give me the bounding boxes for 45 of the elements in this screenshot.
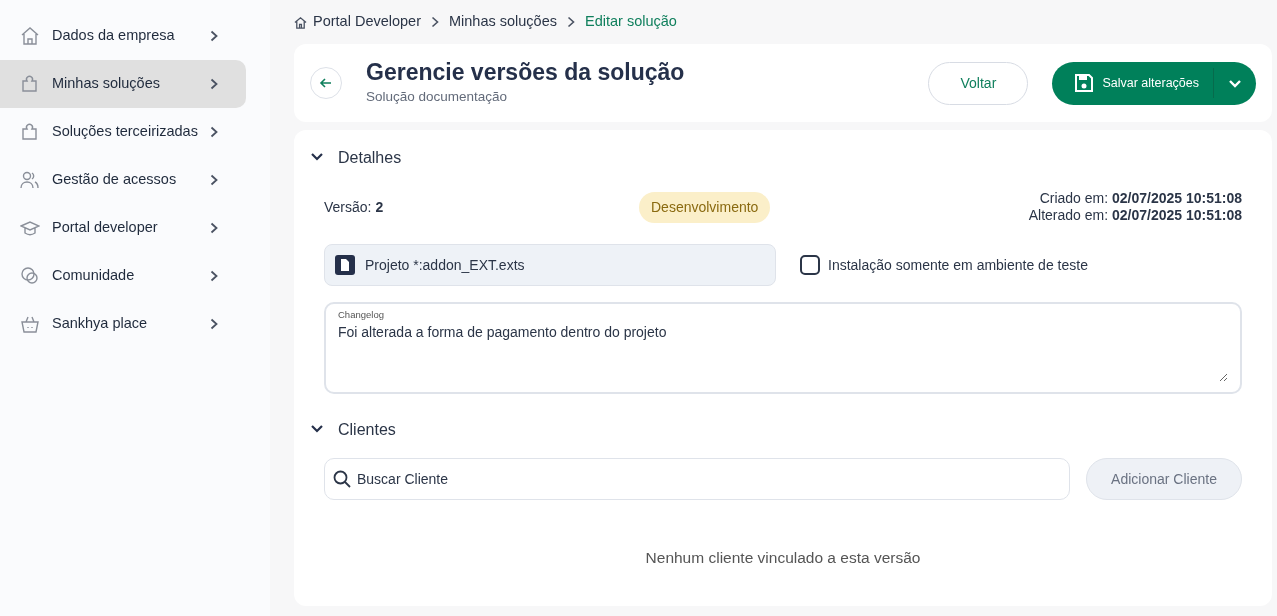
- chevron-right-icon: [210, 222, 218, 234]
- version-label: Versão: 2: [324, 197, 385, 217]
- save-button[interactable]: Salvar alterações: [1052, 61, 1213, 105]
- page-title: Gerencie versões da solução: [366, 59, 686, 87]
- sidebar-item[interactable]: Soluções terceirizadas: [0, 108, 246, 156]
- test-only-label: Instalação somente em ambiente de teste: [828, 255, 1088, 275]
- sidebar-item[interactable]: Sankhya place: [0, 300, 246, 348]
- chevron-right-icon: [210, 126, 218, 138]
- home-icon: [294, 15, 307, 29]
- chat-bubbles-icon: [20, 266, 40, 286]
- sidebar-item[interactable]: Portal developer: [0, 204, 246, 252]
- graduation-cap-icon: [20, 218, 40, 238]
- sidebar-item[interactable]: Gestão de acessos: [0, 156, 246, 204]
- back-button[interactable]: [310, 67, 342, 99]
- sidebar-item[interactable]: Minhas soluções: [0, 60, 246, 108]
- client-search-field[interactable]: Buscar Cliente: [324, 458, 1070, 500]
- back-text-button[interactable]: Voltar: [928, 61, 1029, 105]
- test-only-checkbox[interactable]: [800, 255, 820, 275]
- chevron-right-icon: [431, 16, 439, 28]
- users-icon: [20, 170, 40, 190]
- created-date: Criado em: 02/07/2025 10:51:08: [1038, 189, 1242, 207]
- breadcrumb-link[interactable]: Editar solução: [585, 11, 677, 33]
- chevron-right-icon: [210, 30, 218, 42]
- sidebar-item[interactable]: Dados da empresa: [0, 12, 246, 60]
- file-icon: [335, 255, 355, 275]
- chevron-down-icon: [1228, 78, 1242, 89]
- arrow-left-icon: [319, 76, 333, 90]
- details-section-toggle[interactable]: Detalhes: [310, 146, 402, 170]
- modified-date: Alterado em: 02/07/2025 10:51:08: [1028, 207, 1242, 225]
- chevron-right-icon: [210, 78, 218, 90]
- project-file-name: Projeto *:addon_EXT.exts: [365, 255, 525, 275]
- status-pill: Desenvolvimento: [639, 191, 771, 223]
- clients-section-toggle[interactable]: Clientes: [310, 418, 396, 442]
- changelog-field[interactable]: Changelog Foi alterada a forma de pagamento dentro do projeto: [324, 302, 1242, 394]
- chevron-right-icon: [210, 270, 218, 282]
- sidebar-item[interactable]: Comunidade: [0, 252, 246, 300]
- breadcrumb-link[interactable]: Portal Developer: [313, 11, 421, 33]
- breadcrumb-link[interactable]: Minhas soluções: [449, 11, 557, 33]
- chevron-right-icon: [567, 16, 575, 28]
- chevron-right-icon: [210, 174, 218, 186]
- home-icon: [20, 26, 40, 46]
- empty-message: Nenhum cliente vinculado a esta versão: [644, 548, 922, 568]
- basket-icon: [20, 314, 40, 334]
- page-subtitle: Solução documentação: [366, 87, 509, 106]
- chevron-right-icon: [210, 318, 218, 330]
